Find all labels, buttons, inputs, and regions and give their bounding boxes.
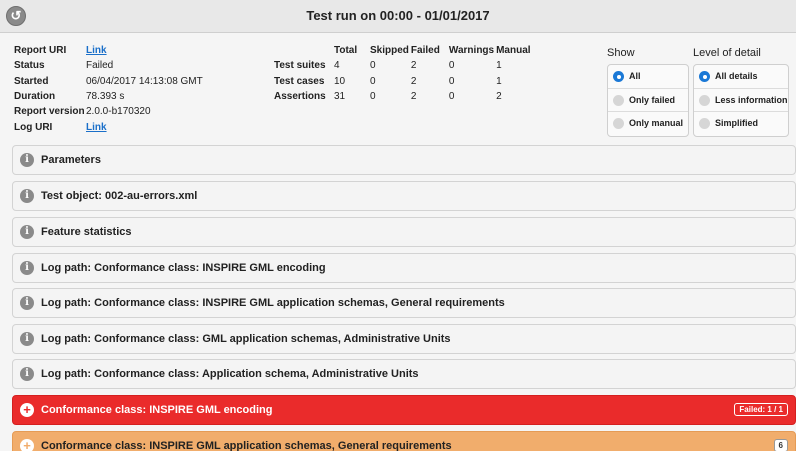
statistics-table: Total Skipped Failed Warnings Manual Tes… (274, 43, 536, 104)
stat-cell: 1 (496, 60, 502, 72)
detail-level-group: Level of detail All details Less informa… (693, 47, 789, 138)
panel-conformance-gml-encoding[interactable]: + Conformance class: INSPIRE GML encodin… (12, 395, 796, 425)
report-uri-link[interactable]: Link (86, 45, 107, 56)
panel-log-path-admin-units[interactable]: i Log path: Conformance class: GML appli… (12, 324, 796, 354)
show-option-all[interactable]: All (608, 65, 688, 89)
panel-label: Log path: Conformance class: GML applica… (41, 333, 451, 345)
radio-selected-icon (699, 71, 710, 82)
row-label: Test suites (274, 60, 326, 72)
detail-option-all-details[interactable]: All details (694, 65, 788, 89)
failed-count-badge: Failed: 1 / 1 (734, 403, 788, 416)
panel-conformance-gml-app-schemas[interactable]: + Conformance class: INSPIRE GML applica… (12, 431, 796, 451)
stat-cell: 31 (334, 91, 346, 103)
duration-value: 78.393 s (86, 91, 125, 103)
stat-cell: 1 (496, 75, 502, 87)
radio-unselected-icon (699, 94, 710, 106)
show-filter-title: Show (607, 47, 635, 59)
show-option-only-manual[interactable]: Only manual (608, 112, 688, 136)
panel-parameters[interactable]: i Parameters (12, 145, 796, 175)
col-header-failed: Failed (410, 45, 440, 57)
col-header-total: Total (334, 45, 358, 57)
panel-label: Conformance class: INSPIRE GML applicati… (41, 440, 452, 451)
row-label: Assertions (274, 91, 326, 103)
info-icon: i (20, 225, 34, 239)
plus-icon: + (20, 439, 34, 451)
count-badge: 6 (773, 439, 788, 451)
info-icon: i (20, 296, 34, 310)
log-uri-link[interactable]: Link (86, 122, 107, 133)
panel-label: Parameters (41, 154, 101, 166)
panel-log-path-gml-app-schemas[interactable]: i Log path: Conformance class: INSPIRE G… (12, 288, 796, 318)
panel-log-path-gml-encoding[interactable]: i Log path: Conformance class: INSPIRE G… (12, 253, 796, 283)
plus-icon: + (20, 403, 34, 417)
stat-cell: 10 (334, 75, 346, 87)
status-value: Failed (86, 60, 114, 72)
report-info-table: Report URI Link Status Failed Started 06… (14, 43, 203, 135)
panel-log-path-app-schema-admin-units[interactable]: i Log path: Conformance class: Applicati… (12, 359, 796, 389)
detail-option-less-information[interactable]: Less information (694, 89, 788, 113)
info-icon: i (20, 189, 34, 203)
detail-level-title: Level of detail (693, 47, 761, 59)
info-icon: i (20, 153, 34, 167)
header-bar: ↺ Test run on 00:00 - 01/01/2017 (0, 0, 796, 33)
show-filter-group: Show All Only failed Only manual (607, 47, 689, 138)
panel-label: Log path: Conformance class: INSPIRE GML… (41, 297, 505, 309)
stat-cell: 0 (370, 60, 376, 72)
stat-cell: 4 (334, 60, 340, 72)
panel-feature-statistics[interactable]: i Feature statistics (12, 217, 796, 247)
log-uri-label: Log URI (14, 121, 53, 133)
panel-label: Feature statistics (41, 226, 132, 238)
stats-row-test-suites: Test suites 4 0 2 0 1 (274, 58, 536, 73)
radio-selected-icon (613, 71, 624, 82)
started-label: Started (14, 75, 49, 87)
radio-unselected-icon (613, 94, 624, 106)
detail-option-simplified[interactable]: Simplified (694, 112, 788, 136)
info-icon: i (20, 261, 34, 275)
radio-unselected-icon (699, 118, 710, 130)
col-header-skipped: Skipped (370, 45, 409, 57)
stats-row-assertions: Assertions 31 0 2 0 2 (274, 89, 536, 104)
stat-cell: 2 (410, 75, 417, 87)
stat-cell: 0 (370, 75, 376, 87)
report-summary: Report URI Link Status Failed Started 06… (0, 34, 796, 140)
page-title: Test run on 00:00 - 01/01/2017 (306, 8, 490, 23)
col-header-manual: Manual (496, 45, 531, 57)
info-icon: i (20, 367, 34, 381)
report-version-value: 2.0.0-b170320 (86, 106, 151, 118)
panel-label: Conformance class: INSPIRE GML encoding (41, 404, 273, 416)
duration-label: Duration (14, 91, 56, 103)
panel-label: Test object: 002-au-errors.xml (41, 190, 198, 202)
started-value: 06/04/2017 14:13:08 GMT (86, 75, 203, 87)
stats-row-test-cases: Test cases 10 0 2 0 1 (274, 74, 536, 89)
info-icon: i (20, 332, 34, 346)
panel-test-object[interactable]: i Test object: 002-au-errors.xml (12, 181, 796, 211)
panel-label: Log path: Conformance class: INSPIRE GML… (41, 262, 326, 274)
status-label: Status (14, 60, 45, 72)
stat-cell: 0 (448, 75, 455, 87)
stat-cell: 2 (410, 91, 417, 103)
stat-cell: 0 (448, 91, 455, 103)
panel-label: Log path: Conformance class: Application… (41, 368, 419, 380)
row-label: Test cases (274, 75, 325, 87)
stat-cell: 0 (448, 60, 455, 72)
stat-cell: 2 (410, 60, 417, 72)
report-version-label: Report version (14, 106, 85, 118)
stat-cell: 2 (496, 91, 502, 103)
report-uri-label: Report URI (14, 45, 67, 57)
stat-cell: 0 (370, 91, 376, 103)
radio-unselected-icon (613, 118, 624, 130)
col-header-warnings: Warnings (448, 45, 495, 57)
show-option-only-failed[interactable]: Only failed (608, 89, 688, 113)
